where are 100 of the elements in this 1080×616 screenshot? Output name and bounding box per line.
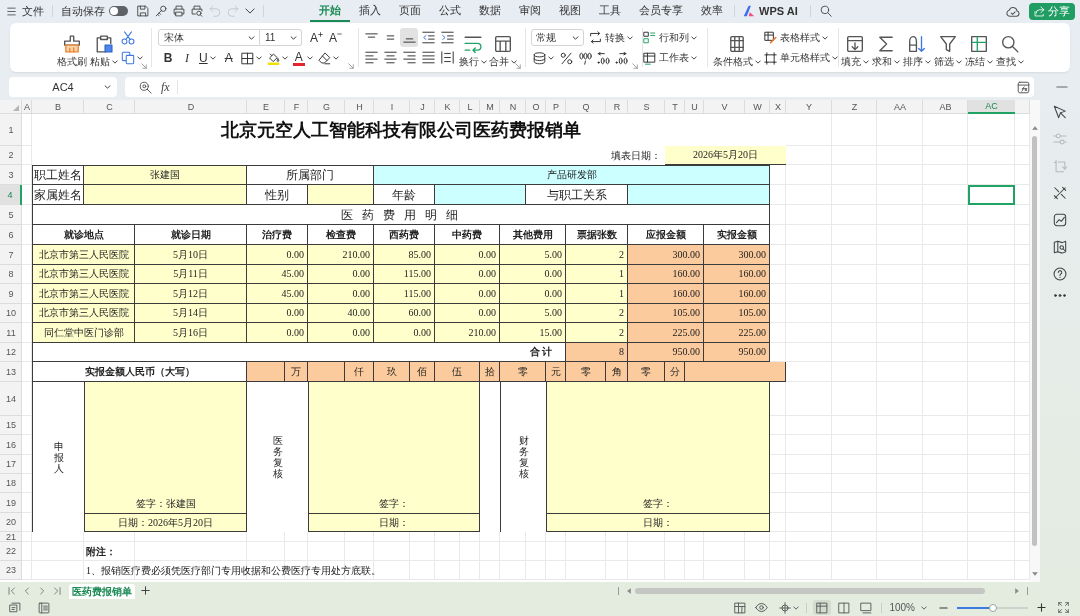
- convert-button[interactable]: 转换: [589, 31, 633, 44]
- corner-arrow-icon[interactable]: [515, 63, 521, 69]
- underline-button[interactable]: U: [199, 51, 216, 65]
- row-header[interactable]: 11: [0, 323, 22, 343]
- find-button[interactable]: 查找: [994, 23, 1025, 72]
- row-header[interactable]: 23: [0, 561, 22, 580]
- strikethrough-button[interactable]: A: [221, 51, 236, 65]
- column-header[interactable]: L: [460, 100, 480, 114]
- row-header[interactable]: 2: [0, 146, 22, 165]
- row-header[interactable]: 1: [0, 114, 22, 146]
- worksheet-button[interactable]: 工作表: [643, 49, 707, 67]
- indent-increase-icon[interactable]: [440, 31, 454, 44]
- row-header[interactable]: 15: [0, 416, 22, 435]
- cursor-icon[interactable]: [1053, 105, 1067, 119]
- help-icon[interactable]: [1053, 267, 1067, 281]
- column-header[interactable]: AA: [877, 100, 923, 114]
- column-header[interactable]: B: [32, 100, 84, 114]
- table-style-button[interactable]: 表格样式: [764, 29, 838, 46]
- row-header[interactable]: 3: [0, 165, 22, 185]
- ai-button[interactable]: WPS AI: [743, 2, 798, 20]
- menu-tab[interactable]: 效率: [692, 0, 732, 22]
- menu-tab[interactable]: 会员专享: [630, 0, 692, 22]
- wrap-text-button[interactable]: 换行: [458, 23, 488, 72]
- scroll-thumb[interactable]: [635, 587, 985, 594]
- corner-arrow-icon[interactable]: [141, 63, 147, 69]
- name-box[interactable]: AC4: [9, 77, 117, 97]
- map-search-icon[interactable]: [1053, 240, 1067, 254]
- zoom-level[interactable]: 100%: [889, 601, 927, 614]
- column-header[interactable]: G: [308, 100, 345, 114]
- column-header[interactable]: I: [374, 100, 410, 114]
- thousands-separator-icon[interactable]: [579, 51, 592, 65]
- menu-tab[interactable]: 公式: [430, 0, 470, 22]
- column-header[interactable]: R: [606, 100, 628, 114]
- paste-button[interactable]: 粘贴: [87, 23, 120, 72]
- triangle-left-icon[interactable]: [627, 587, 631, 594]
- grid-view-icon[interactable]: [734, 601, 747, 614]
- key-icon[interactable]: [155, 5, 167, 17]
- column-header[interactable]: V: [704, 100, 745, 114]
- scroll-thumb[interactable]: [1032, 136, 1037, 546]
- column-header[interactable]: X: [770, 100, 786, 114]
- column-header[interactable]: E: [247, 100, 285, 114]
- row-header[interactable]: 5: [0, 205, 22, 225]
- font-color-button[interactable]: A: [292, 50, 313, 66]
- function-box-icon[interactable]: [1017, 80, 1030, 94]
- menu-icon[interactable]: [7, 6, 16, 16]
- shrink-font-button[interactable]: A: [329, 30, 343, 45]
- column-header[interactable]: Y: [786, 100, 832, 114]
- clear-button[interactable]: [317, 51, 339, 65]
- cell-style-button[interactable]: 单元格样式: [764, 49, 838, 67]
- fx-button[interactable]: fx: [161, 80, 170, 94]
- column-header[interactable]: T: [665, 100, 685, 114]
- font-family-dropdown[interactable]: 宋体: [158, 29, 260, 46]
- column-header[interactable]: AC: [968, 100, 1015, 114]
- filter-button[interactable]: 筛选: [932, 23, 963, 72]
- triangle-down-icon[interactable]: [1032, 572, 1038, 576]
- row-header[interactable]: 13: [0, 362, 22, 382]
- column-header[interactable]: AB: [923, 100, 968, 114]
- sheet-tab[interactable]: 医药费报销单: [69, 584, 135, 599]
- decrease-decimal-icon[interactable]: [615, 51, 628, 65]
- fullscreen-icon[interactable]: [1058, 602, 1069, 613]
- copy-button[interactable]: [121, 51, 143, 65]
- row-header[interactable]: 22: [0, 542, 22, 561]
- row-header[interactable]: 19: [0, 493, 22, 513]
- number-format-dropdown[interactable]: 常规: [531, 29, 584, 46]
- rows-columns-button[interactable]: 行和列: [643, 29, 707, 46]
- row-header[interactable]: 20: [0, 513, 22, 532]
- fill-color-button[interactable]: [266, 51, 288, 65]
- distribute-button[interactable]: [438, 48, 456, 67]
- sliders-icon[interactable]: [1053, 132, 1067, 146]
- menu-tab[interactable]: 审阅: [510, 0, 550, 22]
- borders-button[interactable]: [240, 51, 262, 65]
- percent-icon[interactable]: [560, 51, 573, 65]
- plus-icon[interactable]: [1037, 603, 1046, 612]
- crosshair-button[interactable]: [779, 601, 800, 614]
- row-header[interactable]: 8: [0, 265, 22, 284]
- search-icon[interactable]: [819, 5, 832, 17]
- column-header[interactable]: F: [285, 100, 308, 114]
- chart-icon[interactable]: [1053, 213, 1067, 227]
- menu-tab[interactable]: 视图: [550, 0, 590, 22]
- magnifier-icon[interactable]: [139, 80, 152, 94]
- tools-icon[interactable]: [1053, 186, 1067, 200]
- currency-button[interactable]: [533, 51, 554, 65]
- more-icon[interactable]: [1054, 294, 1066, 297]
- save-icon[interactable]: [137, 5, 149, 17]
- plus-icon[interactable]: [141, 586, 150, 595]
- column-header[interactable]: C: [84, 100, 135, 114]
- row-header[interactable]: 17: [0, 455, 22, 474]
- menu-tab[interactable]: 数据: [470, 0, 510, 22]
- column-header[interactable]: S: [628, 100, 665, 114]
- window-stack-icon[interactable]: [9, 601, 21, 614]
- minus-icon[interactable]: [939, 606, 948, 609]
- column-header[interactable]: O: [526, 100, 546, 114]
- row-header[interactable]: 10: [0, 304, 22, 323]
- slider-thumb[interactable]: [988, 603, 997, 612]
- zoom-slider[interactable]: [957, 606, 1028, 609]
- column-header[interactable]: J: [410, 100, 435, 114]
- triangle-up-icon[interactable]: [1032, 126, 1038, 130]
- row-header[interactable]: 16: [0, 435, 22, 455]
- font-size-dropdown[interactable]: 11: [260, 29, 302, 46]
- italic-button[interactable]: I: [180, 51, 194, 65]
